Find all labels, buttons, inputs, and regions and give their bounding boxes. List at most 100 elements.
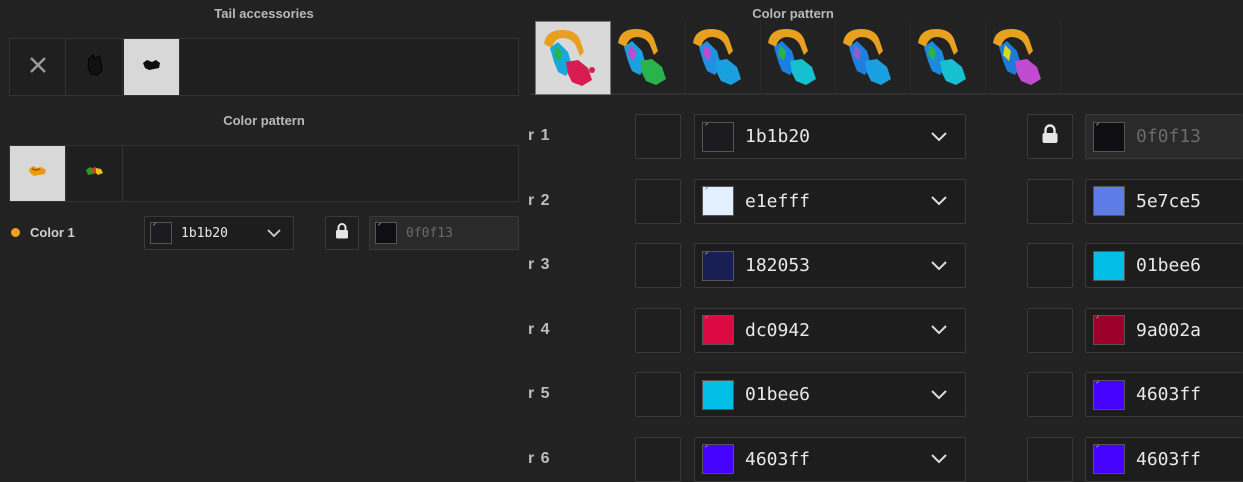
row-toggle-button[interactable]: [635, 436, 681, 482]
chevron-down-icon: [931, 389, 947, 400]
color-1-locked-value: 0f0f13: [406, 225, 453, 241]
row-color-dropdown[interactable]: 4603ff: [694, 436, 966, 482]
row-secondary-swatch: [1093, 250, 1125, 281]
pattern-thumb-6[interactable]: [910, 21, 986, 95]
tail-blob-icon: [141, 57, 163, 78]
color-1-value: 1b1b20: [181, 225, 228, 241]
pattern-thumb-5[interactable]: [835, 21, 911, 95]
chevron-down-icon: [931, 454, 947, 464]
row-color-swatch: [702, 444, 734, 474]
color-1-lock-button[interactable]: [325, 216, 359, 250]
tail-pattern-icon: [843, 29, 891, 85]
row-link-toggle[interactable]: [1027, 178, 1073, 224]
right-color-pattern-title: Color pattern: [752, 6, 834, 21]
row-secondary-swatch: [1093, 186, 1125, 216]
tail-accessories-title: Tail accessories: [214, 6, 314, 21]
row-color-swatch: [702, 121, 734, 152]
row-label: r 1: [528, 127, 551, 144]
row-color-swatch: [702, 250, 734, 281]
row-color-dropdown[interactable]: 182053: [694, 243, 966, 288]
color-1-indicator-dot: [11, 228, 20, 237]
orange-pattern-icon: [27, 164, 49, 183]
color-1-label: Color 1: [30, 225, 75, 240]
row-link-toggle[interactable]: [1027, 307, 1073, 353]
pattern-thumb-7[interactable]: [985, 21, 1061, 95]
chevron-down-icon: [931, 131, 947, 142]
row-secondary-value: 4603ff: [1136, 448, 1202, 470]
row-secondary-color-field[interactable]: 4603ff: [1085, 436, 1243, 482]
row-color-dropdown[interactable]: dc0942: [694, 307, 966, 353]
row-secondary-color-field[interactable]: 5e7ce5: [1085, 178, 1243, 224]
row-label: r 2: [528, 191, 551, 209]
tail-pattern-icon: [768, 29, 816, 85]
row-secondary-swatch: [1093, 121, 1125, 152]
row-toggle-button[interactable]: [635, 307, 681, 353]
pattern-thumb-2[interactable]: [610, 21, 686, 95]
row-secondary-color-field[interactable]: 01bee6: [1085, 243, 1243, 288]
accessory-option-silhouette[interactable]: [67, 39, 123, 95]
row-label: r 3: [528, 256, 551, 273]
pattern-thumb-4[interactable]: [760, 21, 836, 95]
row-secondary-value: 9a002a: [1136, 319, 1202, 341]
lock-icon: [335, 222, 349, 244]
row-secondary-value: 0f0f13: [1136, 126, 1202, 147]
multicolor-pattern-icon: [84, 164, 106, 183]
left-color-pattern-grid: [9, 145, 519, 202]
row-toggle-button[interactable]: [635, 372, 681, 417]
row-secondary-color-field: 0f0f13: [1085, 114, 1243, 159]
pattern-thumb-1[interactable]: [535, 21, 611, 95]
color-1-locked-swatch: [375, 222, 397, 244]
row-color-swatch: [702, 186, 734, 216]
row-toggle-button[interactable]: [635, 243, 681, 288]
row-secondary-swatch: [1093, 379, 1125, 410]
row-secondary-color-field[interactable]: 4603ff: [1085, 372, 1243, 417]
tail-pattern-icon: [618, 29, 666, 85]
pattern-strip: [530, 21, 1243, 95]
row-label: r 5: [528, 385, 551, 402]
lock-icon: [1041, 124, 1059, 149]
tail-silhouette-icon: [85, 53, 105, 82]
no-accessory-option[interactable]: [10, 39, 66, 95]
row-link-toggle[interactable]: [1027, 372, 1073, 417]
left-color-pattern-title: Color pattern: [223, 113, 305, 128]
row-toggle-button[interactable]: [635, 178, 681, 224]
row-color-dropdown[interactable]: 01bee6: [694, 372, 966, 417]
row-color-value: e1efff: [745, 190, 811, 212]
row-secondary-value: 4603ff: [1136, 384, 1202, 405]
tail-accessories-grid: [9, 38, 519, 96]
row-color-value: dc0942: [745, 319, 811, 341]
row-color-value: 4603ff: [745, 448, 811, 470]
pattern-thumb-3[interactable]: [685, 21, 761, 95]
chevron-down-icon: [267, 228, 281, 238]
close-icon: [29, 56, 47, 79]
row-link-toggle[interactable]: [1027, 436, 1073, 482]
chevron-down-icon: [931, 196, 947, 206]
color-1-swatch: [150, 222, 172, 244]
row-secondary-value: 01bee6: [1136, 255, 1202, 276]
row-color-swatch: [702, 379, 734, 410]
row-toggle-button[interactable]: [635, 114, 681, 159]
accessory-option-blob[interactable]: [124, 39, 180, 95]
pattern-option-orange[interactable]: [10, 146, 66, 201]
row-secondary-value: 5e7ce5: [1136, 190, 1202, 212]
row-color-dropdown[interactable]: 1b1b20: [694, 114, 966, 159]
row-label: r 6: [528, 449, 551, 467]
tail-pattern-icon: [693, 29, 741, 85]
tail-pattern-icon: [544, 30, 595, 86]
row-color-value: 1b1b20: [745, 126, 811, 147]
tail-pattern-icon: [993, 29, 1041, 85]
row-link-toggle[interactable]: [1027, 243, 1073, 288]
row-color-dropdown[interactable]: e1efff: [694, 178, 966, 224]
pattern-option-multicolor[interactable]: [67, 146, 123, 201]
row-secondary-color-field[interactable]: 9a002a: [1085, 307, 1243, 353]
row-color-value: 182053: [745, 255, 811, 276]
row-lock-button[interactable]: [1027, 114, 1073, 159]
row-color-swatch: [702, 315, 734, 345]
chevron-down-icon: [931, 325, 947, 335]
row-secondary-swatch: [1093, 315, 1125, 345]
row-secondary-swatch: [1093, 444, 1125, 474]
color-1-dropdown[interactable]: 1b1b20: [144, 216, 294, 250]
row-label: r 4: [528, 320, 551, 338]
tail-pattern-icon: [918, 29, 966, 85]
color-1-locked-field: 0f0f13: [369, 216, 519, 250]
